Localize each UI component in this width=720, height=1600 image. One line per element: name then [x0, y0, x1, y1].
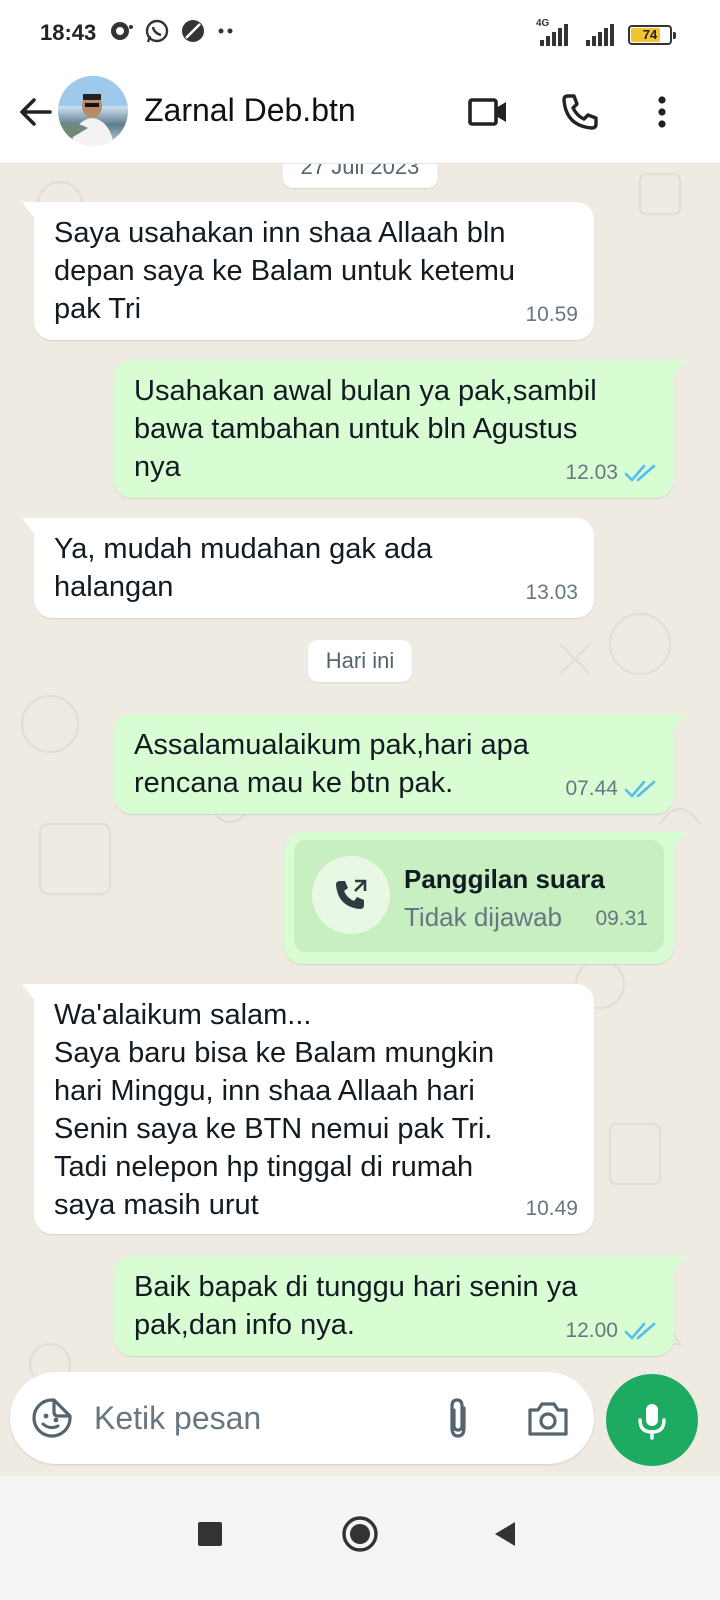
sticker-icon[interactable]	[28, 1394, 76, 1442]
circle-home-icon	[342, 1516, 378, 1552]
call-title: Panggilan suara	[404, 864, 605, 894]
system-nav-bar	[0, 1476, 720, 1600]
call-message[interactable]: Panggilan suara Tidak dijawab 09.31	[284, 832, 686, 964]
message-composer	[10, 1372, 594, 1464]
call-status: Tidak dijawab	[404, 902, 563, 932]
whatsapp-notification-icon	[145, 19, 169, 43]
recents-button[interactable]	[180, 1504, 240, 1564]
message-meta: 10.49	[525, 1190, 578, 1228]
triangle-back-icon	[495, 1522, 515, 1546]
bubble-tail	[672, 1256, 686, 1274]
message-time: 10.59	[525, 303, 578, 326]
message-incoming[interactable]: Wa'alaikum salam... Saya baru bisa ke Ba…	[22, 984, 594, 1234]
message-meta: 07.44	[565, 770, 658, 808]
back-arrow-icon[interactable]	[14, 90, 58, 134]
read-ticks-icon	[624, 1322, 656, 1340]
avatar[interactable]	[58, 76, 128, 146]
battery-level: 74	[642, 27, 658, 42]
battery-icon: 74	[628, 25, 676, 45]
message-outgoing[interactable]: Usahakan awal bulan ya pak,sambil bawa t…	[114, 360, 686, 498]
bubble-tail	[22, 518, 36, 536]
status-bar: 18:43 4G 74	[0, 0, 720, 68]
message-text: Wa'alaikum salam... Saya baru bisa ke Ba…	[54, 999, 495, 1221]
voice-call-icon[interactable]	[556, 88, 604, 136]
more-vert-icon[interactable]	[638, 88, 686, 136]
home-button[interactable]	[330, 1504, 390, 1564]
chat-area[interactable]: 27 Juli 2023 Saya usahakan inn shaa Alla…	[0, 164, 720, 1400]
bubble-tail	[672, 832, 686, 850]
message-text: Ya, mudah mudahan gak ada halangan	[54, 533, 433, 603]
message-time: 10.49	[525, 1197, 578, 1220]
message-time: 07.44	[565, 777, 618, 800]
notification-icons	[108, 18, 236, 44]
status-time: 18:43	[40, 20, 97, 45]
message-meta: 10.59	[525, 296, 578, 334]
bubble-tail	[22, 984, 36, 1002]
message-time: 13.03	[525, 581, 578, 604]
message-meta: 12.03	[565, 454, 658, 492]
attach-icon[interactable]	[434, 1394, 482, 1442]
message-input[interactable]	[94, 1392, 424, 1444]
bubble-tail	[672, 360, 686, 378]
square-icon	[198, 1522, 222, 1546]
contact-name[interactable]: Zarnal Deb.btn	[144, 92, 356, 129]
notification-app-icon	[111, 22, 133, 40]
back-button[interactable]	[476, 1504, 536, 1564]
date-chip-partial: 27 Juli 2023	[282, 164, 438, 188]
read-ticks-icon	[624, 780, 656, 798]
chat-header: Zarnal Deb.btn	[0, 68, 720, 164]
outgoing-call-icon	[336, 879, 367, 909]
message-time: 12.00	[565, 1319, 618, 1342]
message-outgoing[interactable]: Baik bapak di tunggu hari senin ya pak,d…	[114, 1256, 686, 1356]
more-notifications-icon	[218, 28, 233, 34]
message-meta: 12.00	[565, 1312, 658, 1350]
call-time: 09.31	[595, 907, 648, 930]
bubble-tail	[672, 714, 686, 732]
mic-icon	[638, 1404, 666, 1440]
signal-4g-icon: 4G	[534, 18, 570, 48]
read-ticks-icon	[624, 464, 656, 482]
signal-icon	[586, 24, 614, 46]
camera-icon[interactable]	[524, 1394, 572, 1442]
circle-slash-icon	[182, 20, 204, 42]
message-text: Saya usahakan inn shaa Allaah bln depan …	[54, 217, 516, 325]
system-status: 4G 74	[534, 18, 676, 48]
message-outgoing[interactable]: Assalamualaikum pak,hari apa rencana mau…	[114, 714, 686, 814]
message-incoming[interactable]: Ya, mudah mudahan gak ada halangan 13.03	[22, 518, 594, 618]
date-chip-today: Hari ini	[307, 640, 413, 682]
message-meta: 13.03	[525, 574, 578, 612]
bubble-tail	[22, 202, 36, 220]
message-time: 12.03	[565, 461, 618, 484]
missed-call-card[interactable]: Panggilan suara Tidak dijawab 09.31	[294, 840, 664, 952]
mic-button[interactable]	[606, 1374, 698, 1466]
message-incoming[interactable]: Saya usahakan inn shaa Allaah bln depan …	[22, 202, 594, 340]
call-icon-wrap	[312, 856, 390, 934]
video-call-icon[interactable]	[464, 88, 512, 136]
